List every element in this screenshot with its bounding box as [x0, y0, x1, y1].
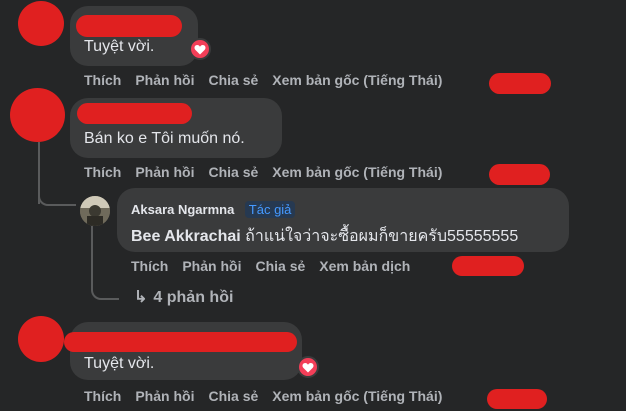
comment-text: Tuyệt vời.: [84, 355, 155, 372]
comment-actions: Thích Phản hồi Chia sẻ Xem bản gốc (Tiếng T…: [84, 72, 456, 88]
timestamp-redacted[interactable]: [489, 73, 551, 94]
comment-text: Tuyệt vời.: [84, 38, 155, 55]
timestamp-redacted[interactable]: [452, 256, 524, 276]
like-button[interactable]: Thích: [131, 258, 168, 274]
reply-arrow-icon: ↳: [134, 289, 148, 306]
like-button[interactable]: Thích: [84, 388, 121, 404]
share-button[interactable]: Chia sẻ: [255, 258, 305, 274]
share-button[interactable]: Chia sẻ: [208, 164, 258, 180]
mention-link[interactable]: Bee Akkrachai: [131, 228, 241, 245]
heart-icon: [194, 44, 206, 54]
avatar[interactable]: [80, 196, 110, 226]
avatar[interactable]: [18, 316, 64, 362]
like-button[interactable]: Thích: [84, 164, 121, 180]
see-original-link[interactable]: Xem bản gốc (Tiếng Thái): [272, 164, 442, 180]
reply-button[interactable]: Phản hồi: [135, 164, 194, 180]
timestamp-redacted[interactable]: [487, 389, 547, 409]
avatar-photo: [80, 196, 110, 226]
reply-header: Aksara Ngarmna Tác giả: [131, 201, 296, 219]
love-reaction[interactable]: [189, 38, 211, 60]
share-button[interactable]: Chia sẻ: [208, 388, 258, 404]
see-original-link[interactable]: Xem bản gốc (Tiếng Thái): [272, 72, 442, 88]
comment-text: Bán ko e Tôi muốn nó.: [84, 130, 245, 147]
love-reaction[interactable]: [297, 356, 319, 378]
timestamp-redacted[interactable]: [489, 164, 550, 185]
comment-actions: Thích Phản hồi Chia sẻ Xem bản gốc (Tiếng T…: [84, 388, 456, 404]
see-original-link[interactable]: Xem bản gốc (Tiếng Thái): [272, 388, 442, 404]
author-name-redacted[interactable]: [76, 15, 182, 37]
author-badge: Tác giả: [244, 201, 296, 218]
reply-button[interactable]: Phản hồi: [182, 258, 241, 274]
reply-body: ถ้าแน่ใจว่าจะซื้อผมก็ขายครับ55555555: [240, 228, 519, 245]
thread-connector: [38, 188, 76, 206]
avatar[interactable]: [10, 88, 65, 142]
like-button[interactable]: Thích: [84, 72, 121, 88]
reply-button[interactable]: Phản hồi: [135, 72, 194, 88]
view-replies-link[interactable]: ↳ 4 phản hồi: [134, 287, 233, 307]
see-translation-link[interactable]: Xem bản dịch: [319, 258, 410, 274]
reply-button[interactable]: Phản hồi: [135, 388, 194, 404]
author-name[interactable]: Aksara Ngarmna: [131, 202, 234, 217]
author-name-redacted[interactable]: [64, 332, 297, 352]
comment-actions: Thích Phản hồi Chia sẻ Xem bản gốc (Tiếng T…: [84, 164, 456, 180]
thread-connector: [91, 226, 119, 300]
reply-text: Bee Akkrachai ถ้าแน่ใจว่าจะซื้อผมก็ขายคร…: [131, 224, 518, 249]
avatar[interactable]: [18, 1, 64, 46]
author-name-redacted[interactable]: [77, 103, 192, 124]
share-button[interactable]: Chia sẻ: [208, 72, 258, 88]
heart-icon: [302, 362, 314, 372]
reply-actions: Thích Phản hồi Chia sẻ Xem bản dịch: [131, 258, 424, 274]
replies-count: 4 phản hồi: [153, 289, 234, 306]
